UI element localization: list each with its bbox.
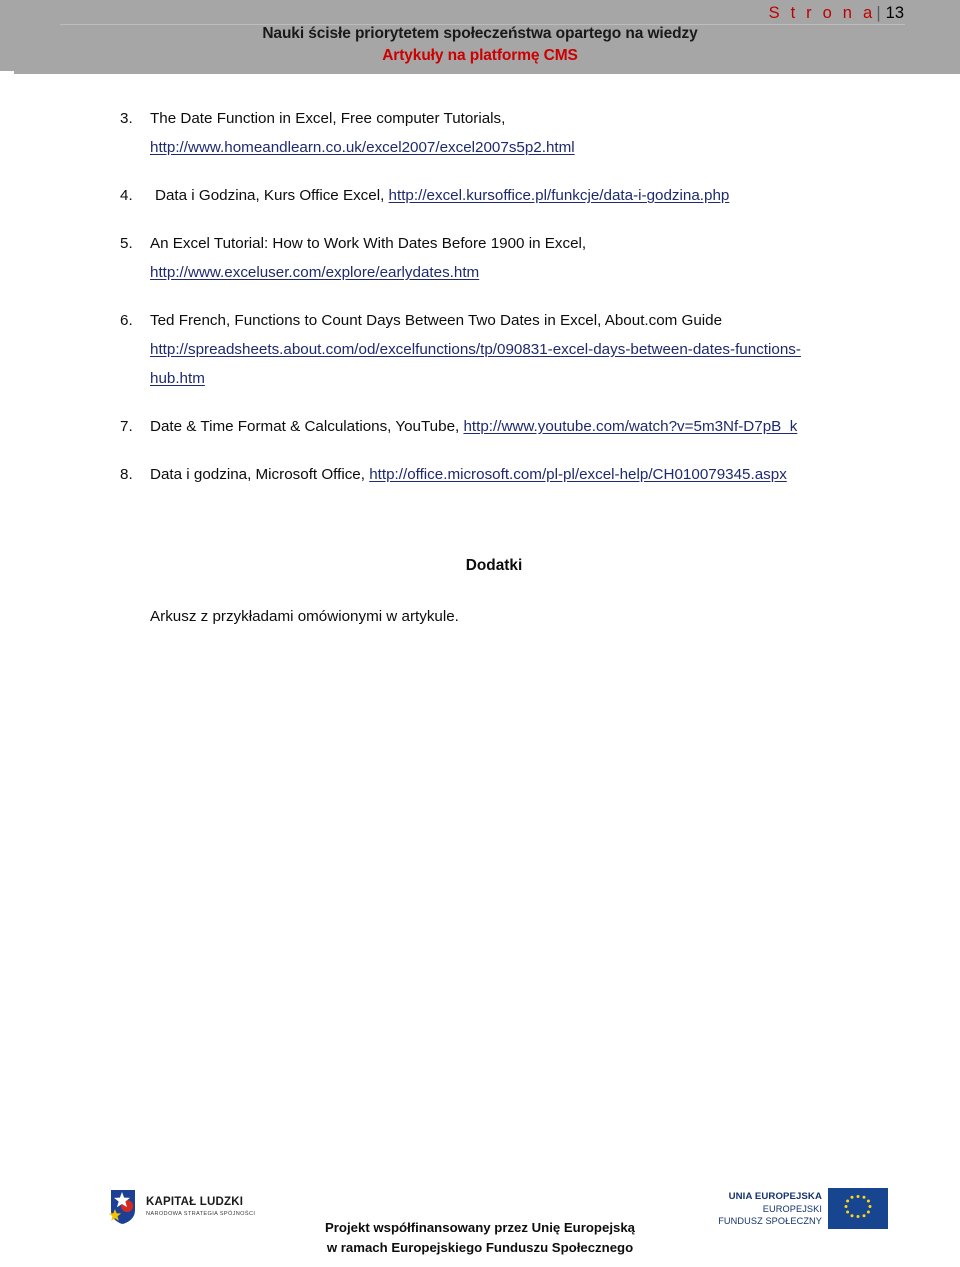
list-item: 4. Data i Godzina, Kurs Office Excel, ht… xyxy=(0,181,960,210)
list-item-number: 5. xyxy=(120,235,133,252)
reference-link[interactable]: http://www.youtube.com/watch?v=5m3Nf-D7p… xyxy=(463,418,797,435)
list-item: 7. Date & Time Format & Calculations, You… xyxy=(0,412,960,441)
dodatki-body-text: Arkusz z przykładami omówionymi w artyku… xyxy=(150,608,459,625)
reference-list: 3. The Date Function in Excel, Free compu… xyxy=(0,104,960,489)
list-item-number: 6. xyxy=(120,312,133,329)
reference-link[interactable]: http://excel.kursoffice.pl/funkcje/data-… xyxy=(389,187,730,204)
reference-link[interactable]: http://spreadsheets.about.com/od/excelfu… xyxy=(150,341,801,387)
page-footer: KAPITAŁ LUDZKI NARODOWA STRATEGIA SPÓJNO… xyxy=(0,1180,960,1267)
reference-link[interactable]: http://office.microsoft.com/pl-pl/excel-… xyxy=(369,466,787,483)
european-union-logo: UNIA EUROPEJSKA EUROPEJSKI FUNDUSZ SPOŁE… xyxy=(718,1188,888,1229)
footer-funding-note: Projekt współfinansowany przez Unię Euro… xyxy=(230,1218,730,1258)
reference-link[interactable]: http://www.homeandlearn.co.uk/excel2007/… xyxy=(150,139,575,156)
list-item-number: 4. xyxy=(120,187,133,204)
list-item-text: Ted French, Functions to Count Days Betw… xyxy=(150,312,723,329)
reference-link[interactable]: http://www.exceluser.com/explore/earlyda… xyxy=(150,264,479,281)
header-title-secondary: Artykuły na platformę CMS xyxy=(382,47,578,64)
footer-funding-line-2: w ramach Europejskiego Funduszu Społeczn… xyxy=(326,1240,634,1255)
eu-line-2: EUROPEJSKI xyxy=(762,1203,822,1214)
page-label-strona: S t r o n a xyxy=(768,4,876,22)
page-number-marker: S t r o n a| 13 xyxy=(769,3,904,23)
section-heading-dodatki: Dodatki xyxy=(465,557,523,574)
list-item-number: 7. xyxy=(120,418,133,435)
page-number-value: 13 xyxy=(885,4,904,22)
kapital-ludzki-title: KAPITAŁ LUDZKI xyxy=(146,1195,244,1208)
document-body: 3. The Date Function in Excel, Free compu… xyxy=(0,104,960,508)
list-item-text: The Date Function in Excel, Free compute… xyxy=(150,110,506,127)
list-item: 8. Data i godzina, Microsoft Office, http… xyxy=(0,460,960,489)
eu-flag-icon xyxy=(828,1188,888,1229)
european-union-text: UNIA EUROPEJSKA EUROPEJSKI FUNDUSZ SPOŁE… xyxy=(718,1191,822,1227)
list-item-number: 3. xyxy=(120,110,133,127)
list-item-text: Data i godzina, Microsoft Office, xyxy=(150,466,370,483)
list-item: 3. The Date Function in Excel, Free compu… xyxy=(0,104,960,162)
page-label-separator: | xyxy=(876,4,881,22)
header-corner-notch xyxy=(0,71,14,75)
list-item-text: Date & Time Format & Calculations, YouTu… xyxy=(150,418,464,435)
kapital-ludzki-mark-icon xyxy=(105,1188,139,1226)
eu-line-3: FUNDUSZ SPOŁECZNY xyxy=(718,1215,822,1226)
kapital-ludzki-text: KAPITAŁ LUDZKI NARODOWA STRATEGIA SPÓJNO… xyxy=(146,1196,255,1219)
list-item: 5. An Excel Tutorial: How to Work With Da… xyxy=(0,229,960,287)
list-item-text: Data i Godzina, Kurs Office Excel, xyxy=(155,187,389,204)
list-item-text: An Excel Tutorial: How to Work With Date… xyxy=(150,235,587,252)
list-item-number: 8. xyxy=(120,466,133,483)
footer-funding-line-1: Projekt współfinansowany przez Unię Euro… xyxy=(325,1220,635,1235)
list-item: 6. Ted French, Functions to Count Days Be… xyxy=(0,306,960,393)
header-title-primary: Nauki ścisłe priorytetem społeczeństwa o… xyxy=(262,25,698,42)
eu-line-1: UNIA EUROPEJSKA xyxy=(728,1190,822,1202)
